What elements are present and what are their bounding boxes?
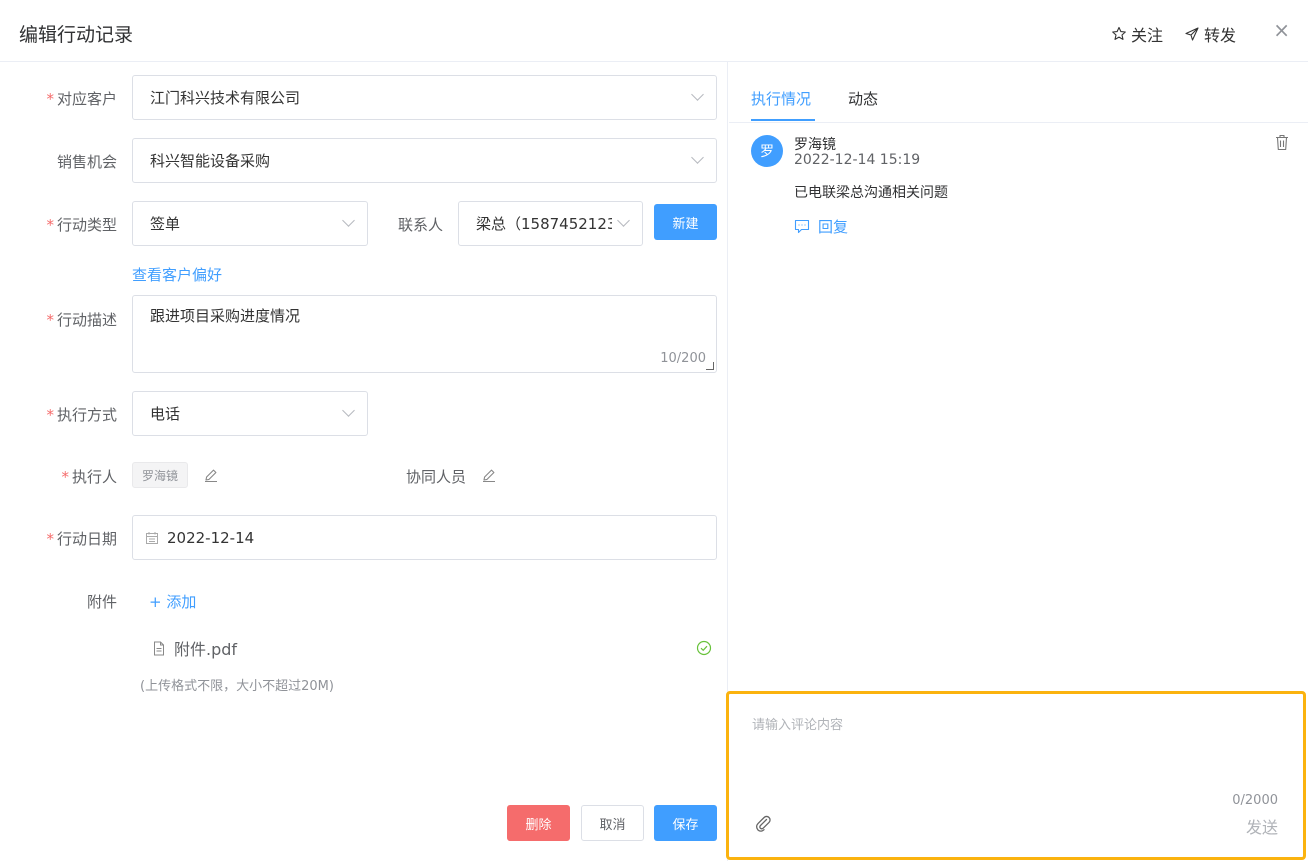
- customer-label: * 对应客户: [46, 90, 117, 108]
- add-attachment-link[interactable]: + 添加: [149, 591, 196, 612]
- contact-label: 联系人: [397, 216, 443, 234]
- tab-execution-status[interactable]: 执行情况: [751, 88, 811, 109]
- edit-collaborators-icon[interactable]: [481, 467, 497, 483]
- comment-time: 2022-12-14 15:19: [794, 152, 921, 168]
- comment-input[interactable]: [752, 714, 1272, 784]
- chevron-down-icon: [691, 151, 704, 164]
- description-textarea[interactable]: 跟进项目采购进度情况 10/200: [132, 295, 717, 373]
- description-char-count: 10/200: [660, 351, 706, 366]
- method-select[interactable]: 电话: [132, 391, 368, 436]
- attachment-file-name: 附件.pdf: [174, 640, 238, 659]
- action-type-label: * 行动类型: [46, 216, 117, 234]
- delete-button[interactable]: 删除: [507, 805, 570, 841]
- calendar-icon: [146, 531, 158, 544]
- chevron-down-icon: [342, 214, 355, 227]
- comment-char-count: 0/2000: [1232, 793, 1278, 808]
- date-picker-input[interactable]: 2022-12-14: [132, 515, 717, 560]
- send-icon: [1185, 27, 1199, 41]
- activity-panel: 执行情况 动态 罗 罗海镜 2022-12-14 15:19 已电联梁总沟通相关…: [726, 62, 1308, 861]
- follow-label: 关注: [1131, 26, 1164, 45]
- chevron-down-icon: [691, 88, 704, 101]
- new-contact-button[interactable]: 新建: [654, 204, 717, 240]
- star-icon: [1112, 26, 1126, 40]
- resize-handle-icon[interactable]: [706, 362, 714, 370]
- collaborators-label: 协同人员: [405, 468, 466, 486]
- description-label: * 行动描述: [46, 311, 117, 329]
- comment-icon: [794, 219, 810, 234]
- follow-button[interactable]: 关注: [1111, 22, 1163, 46]
- reply-label: 回复: [818, 218, 849, 236]
- date-label: * 行动日期: [46, 530, 117, 548]
- executor-label: * 执行人: [61, 468, 117, 486]
- comment-composer: 0/2000 发送: [726, 691, 1306, 860]
- date-value: 2022-12-14: [167, 528, 255, 547]
- description-text: 跟进项目采购进度情况: [150, 307, 301, 325]
- attachment-file-item[interactable]: 附件.pdf: [152, 636, 712, 660]
- customer-select[interactable]: 江门科兴技术有限公司: [132, 75, 717, 120]
- dialog-header: 编辑行动记录 关注 转发 ×: [0, 0, 1308, 62]
- dialog-title: 编辑行动记录: [19, 24, 134, 46]
- trash-icon[interactable]: [1274, 134, 1290, 151]
- document-icon: [154, 641, 164, 655]
- send-button[interactable]: 发送: [1246, 814, 1278, 838]
- comment-author: 罗海镜: [794, 137, 836, 153]
- action-type-select[interactable]: 签单: [132, 201, 368, 246]
- paperclip-icon[interactable]: [754, 814, 772, 832]
- chevron-down-icon: [617, 214, 630, 227]
- forward-label: 转发: [1204, 26, 1237, 45]
- method-label: * 执行方式: [46, 406, 117, 424]
- active-tab-indicator: [751, 119, 815, 121]
- opportunity-select[interactable]: 科兴智能设备采购: [132, 138, 717, 183]
- avatar: 罗: [751, 135, 783, 167]
- action-form: * 对应客户 江门科兴技术有限公司 销售机会 科兴智能设备采购 * 行动类型 签单 …: [0, 62, 728, 861]
- edit-executor-icon[interactable]: [203, 467, 219, 483]
- view-customer-preference-link[interactable]: 查看客户偏好: [132, 264, 222, 285]
- close-icon[interactable]: ×: [1273, 18, 1290, 42]
- executor-tag: 罗海镜: [132, 462, 189, 488]
- panel-tabs: 执行情况 动态: [729, 62, 1308, 123]
- upload-hint: (上传格式不限，大小不超过20M): [140, 679, 334, 694]
- opportunity-label: 销售机会: [56, 153, 117, 171]
- chevron-down-icon: [342, 404, 355, 417]
- reply-button[interactable]: 回复: [794, 216, 848, 237]
- comment-text: 已电联梁总沟通相关问题: [794, 185, 948, 201]
- save-button[interactable]: 保存: [654, 805, 717, 841]
- attachment-label: 附件: [86, 593, 117, 611]
- forward-button[interactable]: 转发: [1184, 22, 1236, 46]
- success-check-icon: [696, 640, 712, 656]
- tab-activity[interactable]: 动态: [848, 88, 878, 109]
- cancel-button[interactable]: 取消: [581, 805, 644, 841]
- contact-select[interactable]: 梁总（15874521234）: [458, 201, 643, 246]
